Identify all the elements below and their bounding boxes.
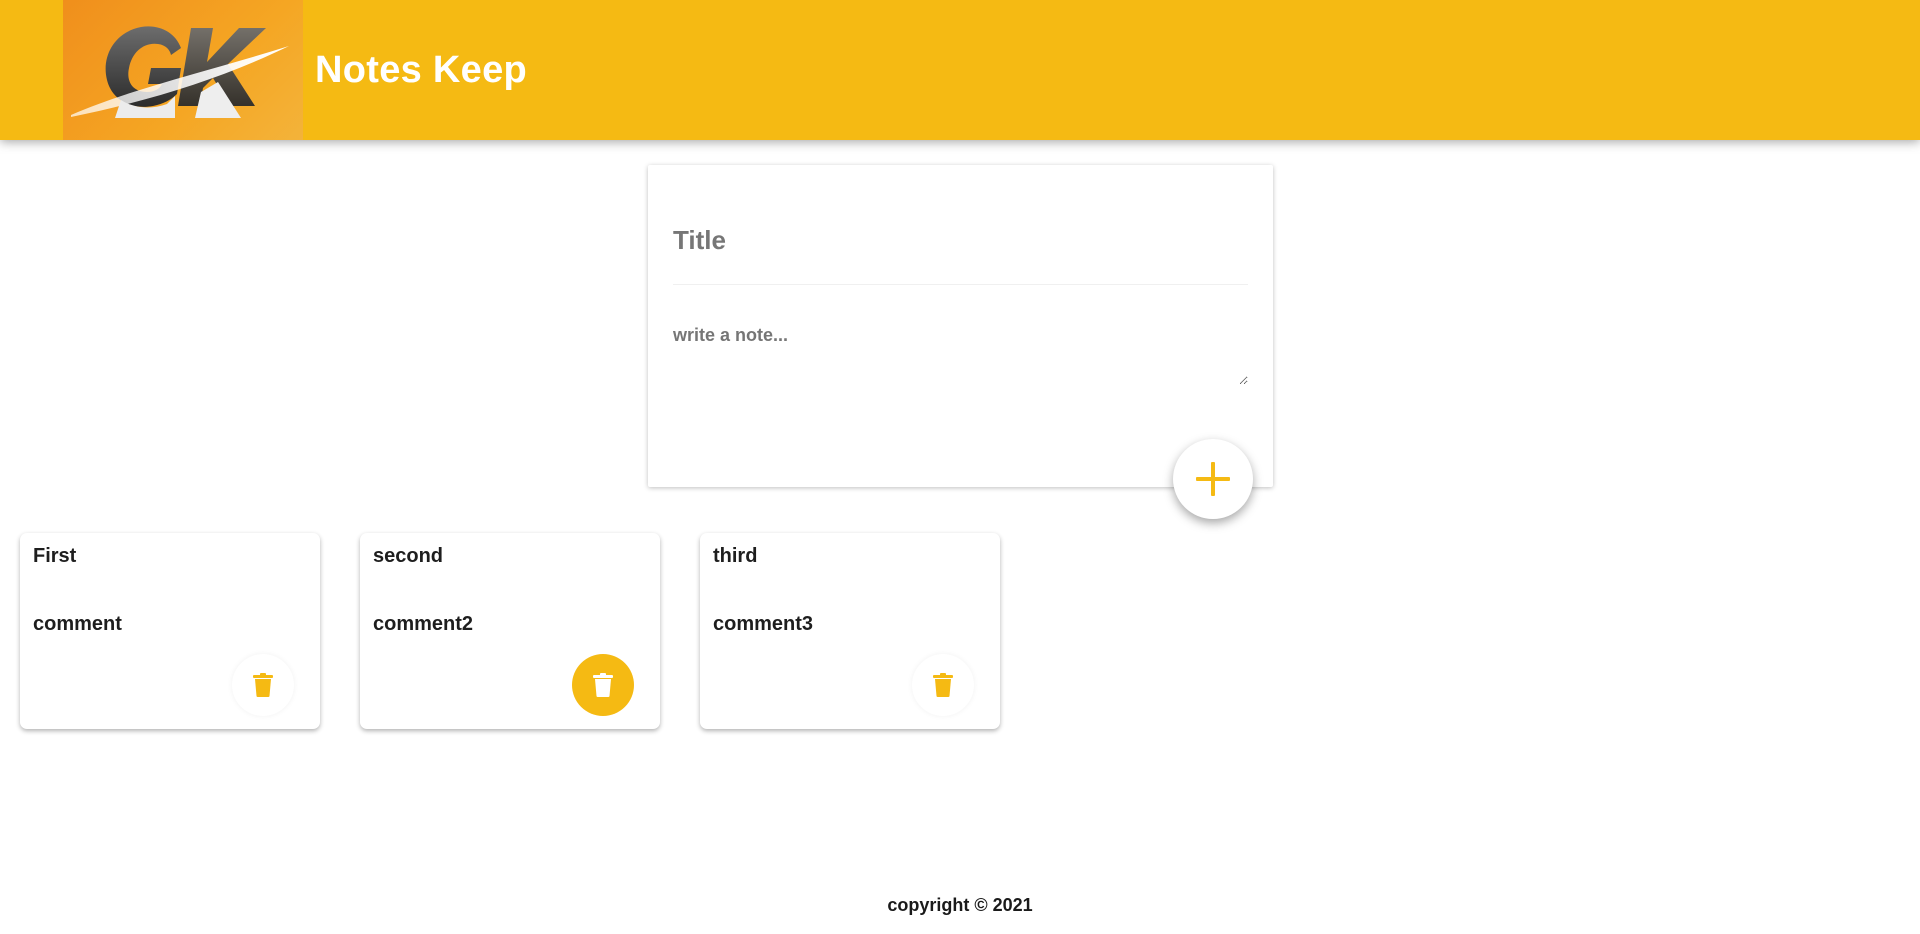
delete-note-button[interactable]	[572, 654, 634, 716]
trash-icon	[933, 673, 953, 697]
note-title: third	[713, 545, 758, 567]
note-content-input[interactable]	[673, 325, 1248, 385]
trash-icon	[593, 673, 613, 697]
note-content: comment2	[373, 613, 474, 635]
trash-icon	[253, 673, 273, 697]
note-content: comment	[33, 613, 122, 635]
note-card: third comment3	[700, 533, 1000, 729]
note-card: First comment	[20, 533, 320, 729]
app-title: Notes Keep	[315, 49, 528, 91]
note-title-input[interactable]	[673, 215, 1248, 265]
delete-note-button[interactable]	[912, 654, 974, 716]
create-note-form	[648, 165, 1273, 487]
note-title: First	[33, 545, 77, 567]
delete-note-button[interactable]	[232, 654, 294, 716]
note-card: second comment2	[360, 533, 660, 729]
gk-logo	[63, 0, 303, 140]
plus-icon	[1196, 462, 1230, 496]
app-header: Notes Keep	[0, 0, 1920, 140]
note-content: comment3	[713, 613, 814, 635]
footer-copyright: copyright © 2021	[887, 895, 1033, 915]
note-title: second	[373, 545, 444, 567]
form-divider	[673, 284, 1248, 285]
add-note-button[interactable]	[1173, 439, 1253, 519]
